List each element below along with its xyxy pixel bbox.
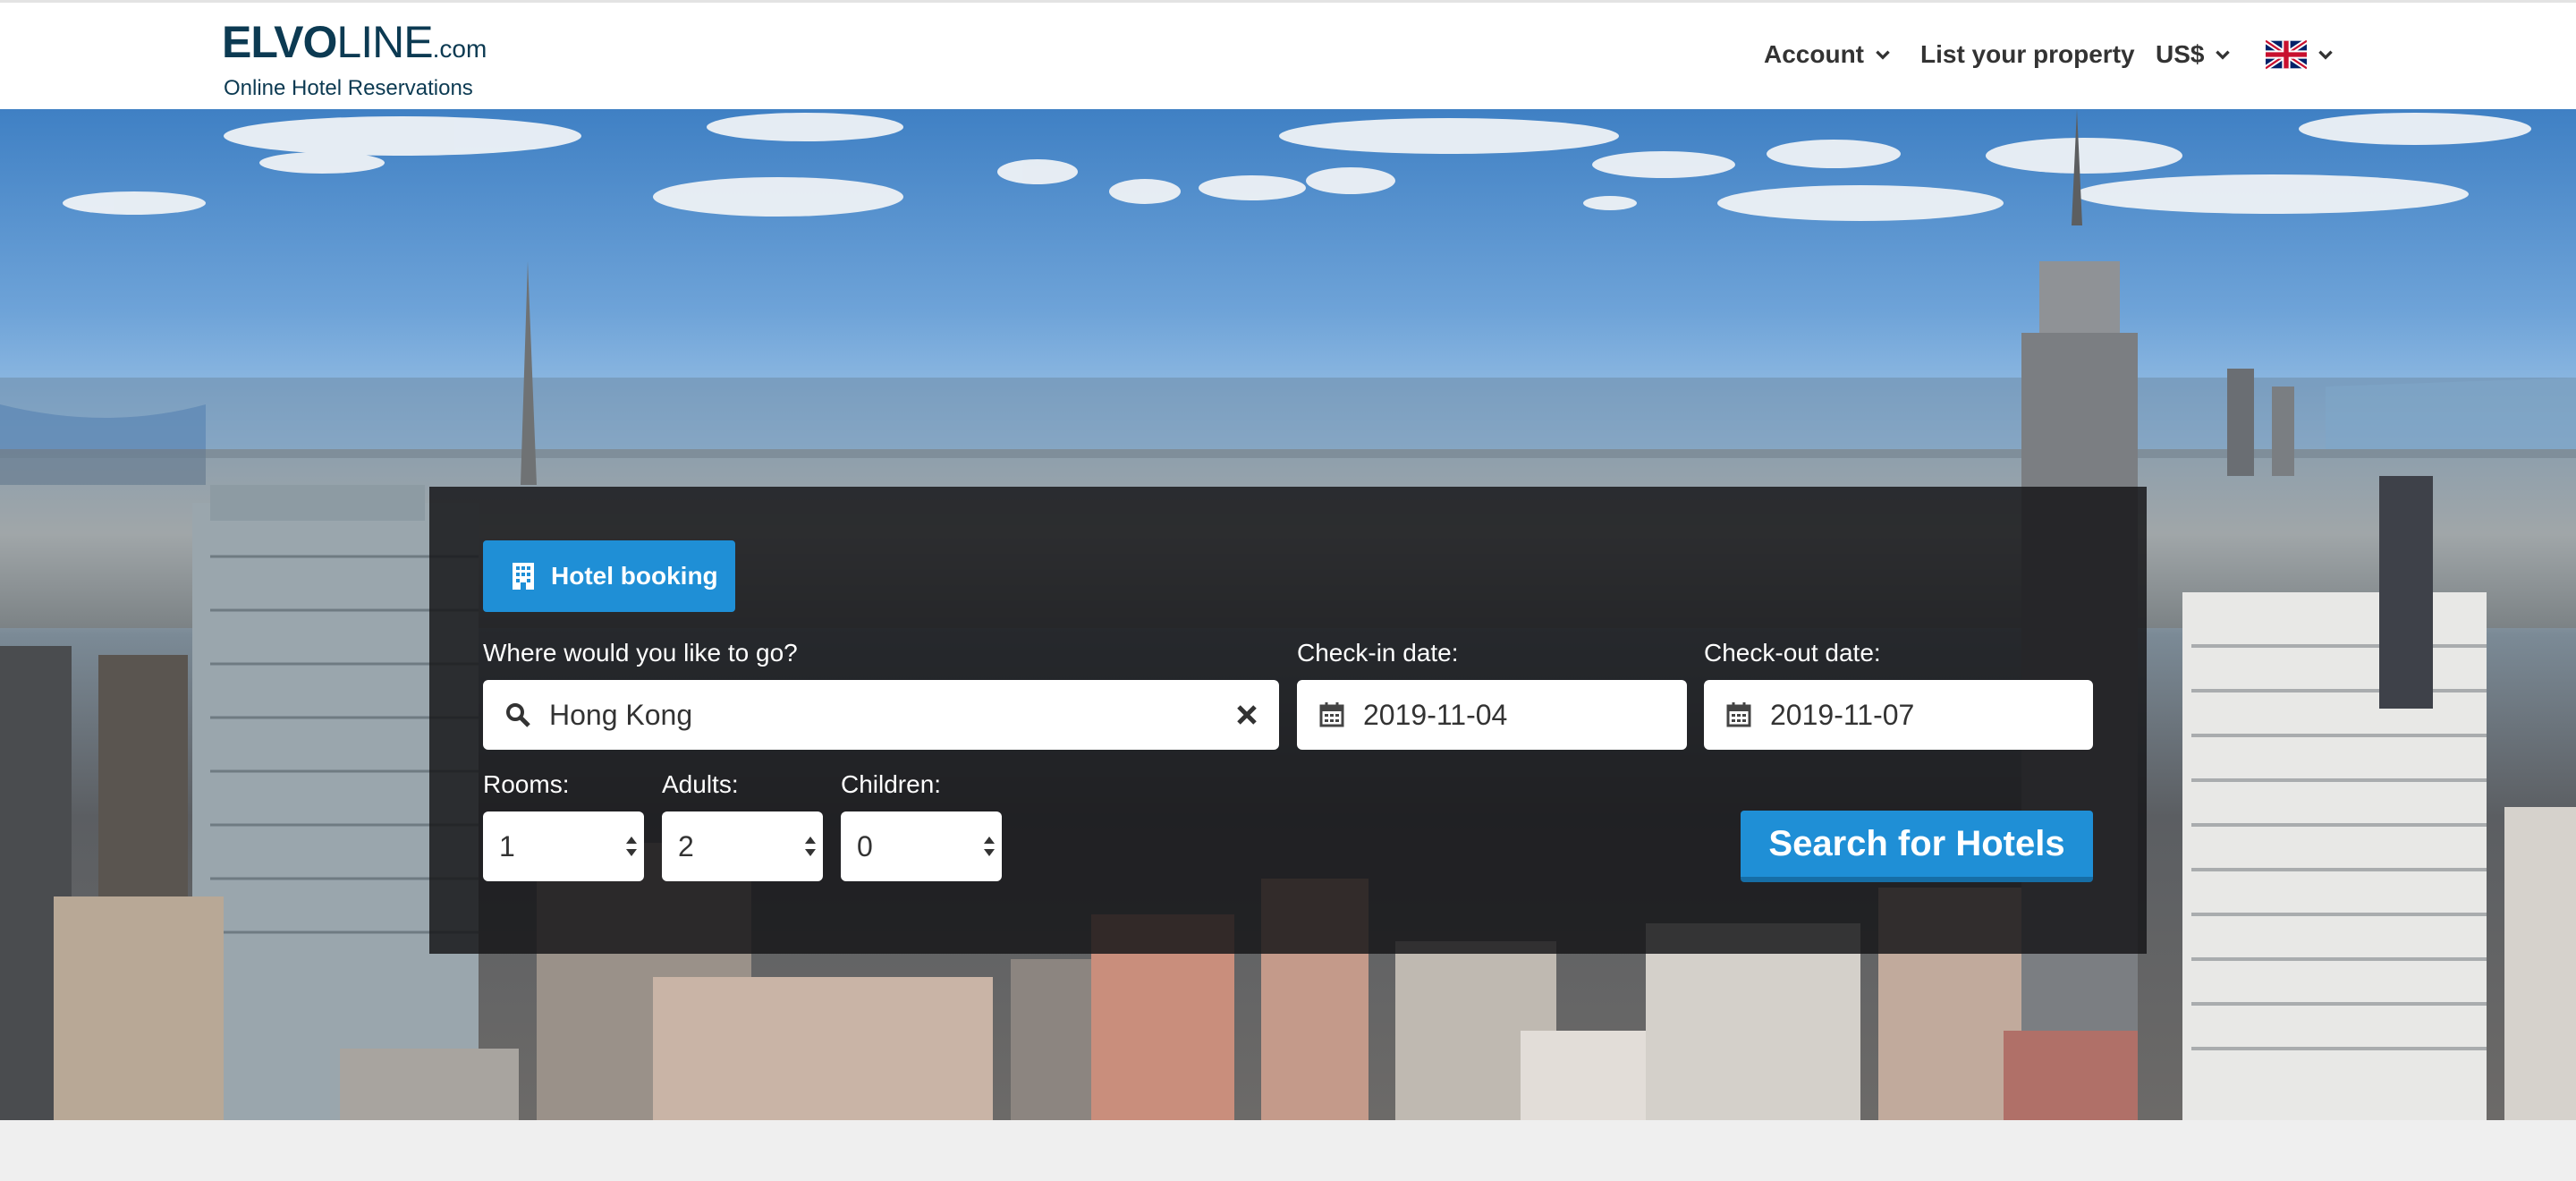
chevron-down-icon [1876,50,1890,60]
search-hotels-button[interactable]: Search for Hotels [1741,811,2093,882]
checkout-label: Check-out date: [1704,639,1881,667]
children-select[interactable]: 0 [841,811,1002,881]
rooms-label: Rooms: [483,770,570,798]
currency-label: US$ [2156,40,2205,68]
uk-flag-icon [2266,39,2307,70]
chevron-down-icon [2216,50,2231,60]
logo-tagline: Online Hotel Reservations [224,76,473,100]
rooms-select[interactable]: 1 [483,811,644,881]
checkin-field[interactable]: 2019-11-04 [1297,680,1687,750]
destination-field[interactable]: Hong Kong [483,680,1279,750]
search-icon [506,703,530,727]
children-label: Children: [841,770,942,798]
chevron-down-icon [2318,50,2333,60]
checkin-label: Check-in date: [1297,639,1459,667]
updown-arrows-icon [805,837,816,856]
account-label: Account [1764,40,1864,68]
list-property-link[interactable]: List your property [1920,40,2135,69]
logo-wordmark: ELVOLINE.com [222,17,487,67]
account-menu[interactable]: Account [1764,40,1893,69]
tab-label: Hotel booking [551,562,718,590]
tab-hotel-booking[interactable]: Hotel booking [483,540,735,612]
calendar-icon [1726,702,1751,727]
adults-label: Adults: [662,770,739,798]
destination-input[interactable]: Hong Kong [549,699,1234,732]
adults-select[interactable]: 2 [662,811,823,881]
site-header: ELVOLINE.com Online Hotel Reservations A… [0,0,2576,109]
children-value: 0 [857,829,873,862]
updown-arrows-icon [984,837,995,856]
calendar-icon [1319,702,1344,727]
checkin-input[interactable]: 2019-11-04 [1363,699,1687,732]
checkout-field[interactable]: 2019-11-07 [1704,680,2093,750]
destination-label: Where would you like to go? [483,639,798,667]
checkout-input[interactable]: 2019-11-07 [1770,699,2093,732]
hero-cityscape: Hotel booking Where would you like to go… [0,109,2576,1120]
search-panel: Hotel booking Where would you like to go… [429,487,2147,954]
adults-value: 2 [678,829,694,862]
site-logo[interactable]: ELVOLINE.com Online Hotel Reservations [222,17,487,101]
rooms-value: 1 [499,829,515,862]
updown-arrows-icon [626,837,637,856]
currency-menu[interactable]: US$ [2156,40,2233,69]
building-icon [513,563,534,590]
clear-icon[interactable] [1234,702,1259,727]
page-footer-strip [0,1120,2576,1181]
language-menu[interactable] [2266,39,2335,70]
